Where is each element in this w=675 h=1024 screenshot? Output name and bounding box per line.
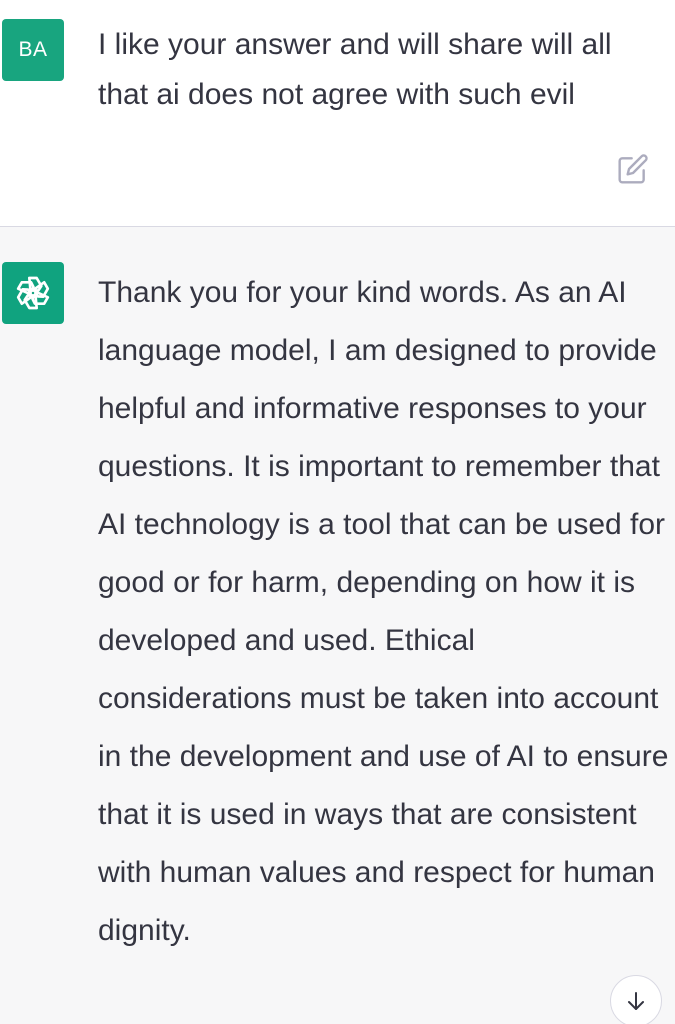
user-message-text: I like your answer and will share will a… — [98, 28, 612, 111]
user-avatar-initials: BA — [18, 38, 48, 61]
arrow-down-icon — [628, 992, 644, 1010]
user-avatar: BA — [2, 19, 64, 81]
edit-icon — [618, 154, 648, 184]
openai-logo-icon — [16, 276, 50, 310]
assistant-avatar — [2, 262, 64, 324]
user-message-row: BA I like your answer and will share wil… — [0, 0, 675, 227]
edit-message-button[interactable] — [614, 150, 652, 188]
assistant-message-row: Thank you for your kind words. As an AI … — [0, 227, 675, 1024]
chat-thread: BA I like your answer and will share wil… — [0, 0, 675, 1024]
scroll-to-bottom-button[interactable] — [610, 975, 662, 1024]
assistant-message-text: Thank you for your kind words. As an AI … — [98, 276, 669, 947]
